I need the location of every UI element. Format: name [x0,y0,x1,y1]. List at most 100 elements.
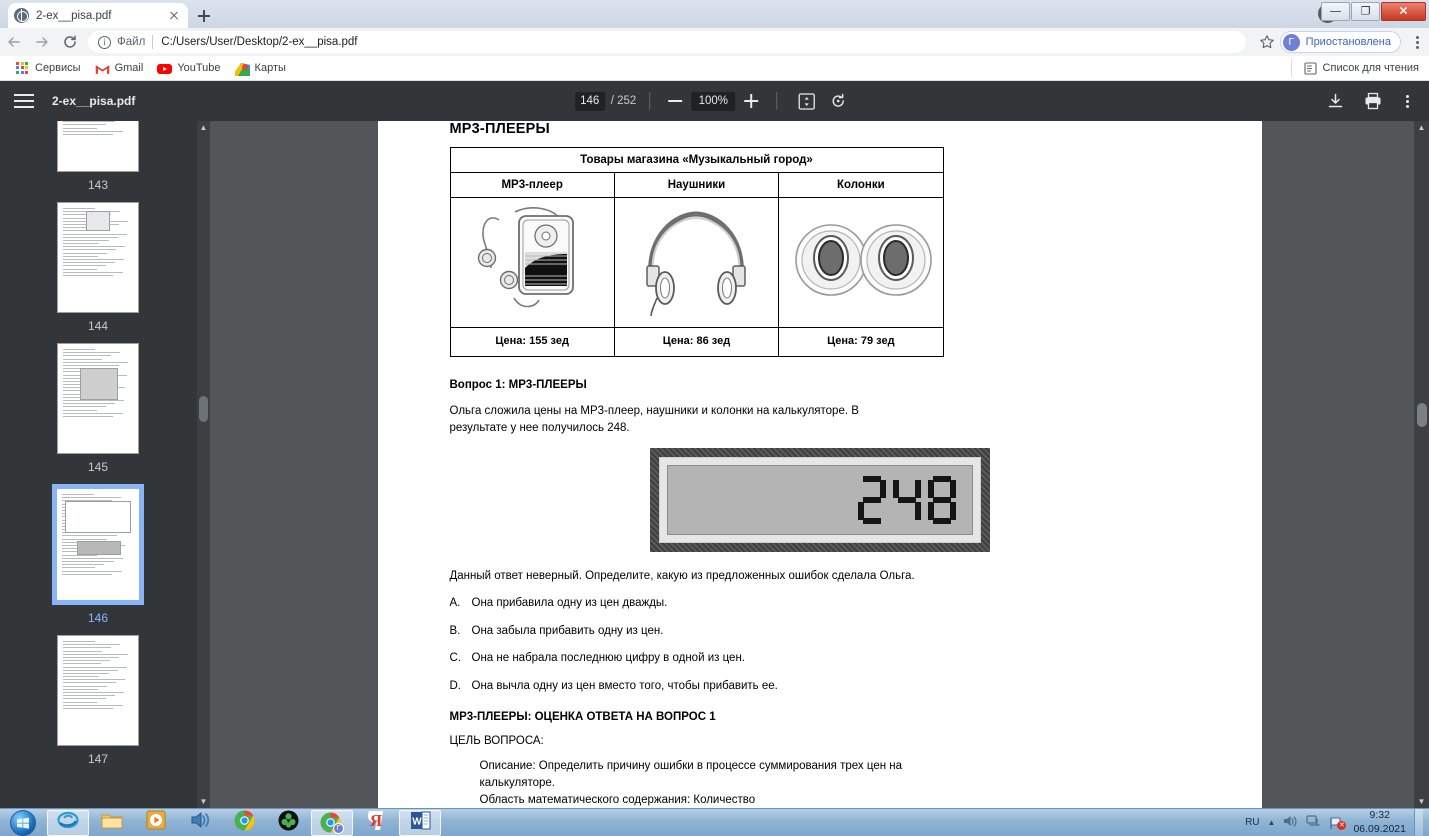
thumbnail-item[interactable]: 145 [0,343,196,474]
tray-language[interactable]: RU [1245,817,1259,828]
bookmark-star-icon[interactable] [1254,28,1280,56]
thumbnail-page-number: 146 [87,611,109,625]
taskbar-item-volume-app[interactable] [179,810,221,836]
scrollbar-thumb[interactable] [1417,403,1427,427]
reading-list-button[interactable]: Список для чтения [1290,59,1419,77]
zoom-out-button[interactable] [663,89,687,113]
scroll-up-arrow[interactable]: ▲ [197,121,210,134]
document-scrollbar[interactable]: ▲ ▼ [1414,121,1429,808]
taskbar-item-file-explorer[interactable] [91,810,133,836]
new-tab-button[interactable] [192,4,216,28]
browser-tab-strip: 2-ex__pisa.pdf — ❐ ✕ [0,0,1429,28]
profile-status-pill[interactable]: Г Приостановлена [1279,31,1401,53]
page-number-input[interactable] [574,91,605,111]
forward-arrow-icon[interactable] [28,28,56,56]
scroll-up-arrow[interactable]: ▲ [1414,121,1429,134]
tray-action-center-icon[interactable]: ✕ [1329,816,1347,830]
minimize-button[interactable]: — [1321,2,1350,21]
pdf-viewer: 143 144 145 146 147 ▲ ▼ MP3-ПЛЕЕРЫ Товары ма… [0,121,1429,808]
taskbar-item-word[interactable]: W [399,809,441,836]
browser-tab[interactable]: 2-ex__pisa.pdf [8,3,188,28]
table-caption: Товары магазина «Музыкальный город» [449,147,944,173]
divider [152,35,154,49]
bookmark-label: Gmail [114,62,144,74]
answer-option: D. Она вычла одну из цен вместо того, что… [450,678,1190,695]
fit-page-icon[interactable] [793,88,819,114]
tab-title: 2-ex__pisa.pdf [36,9,112,22]
thumbnail-pane: 143 144 145 146 147 ▲ ▼ [0,121,210,808]
back-arrow-icon[interactable] [0,28,28,56]
thumbnail-page-preview [57,635,139,746]
bookmark-label: Сервисы [35,62,81,74]
thumbnail-scrollbar[interactable]: ▲ ▼ [197,121,210,808]
taskbar-item-icq[interactable] [267,810,309,836]
close-button[interactable]: ✕ [1381,2,1426,21]
thumbnail-item[interactable]: 143 [0,121,196,192]
print-icon[interactable] [1360,88,1386,114]
tray-date: 06.09.2021 [1353,822,1406,835]
close-glyph: ✕ [1398,5,1409,17]
kebab-menu-icon[interactable] [1395,87,1419,115]
taskbar-item-media-player[interactable] [135,810,177,836]
column-header-mp3: MP3-плеер [449,172,615,198]
taskbar-item-yandex-browser[interactable]: Я [355,810,397,836]
bookmark-youtube[interactable]: YouTube [150,58,227,78]
scroll-down-arrow[interactable]: ▼ [197,795,210,808]
answer-option: C. Она не набрала последнюю цифру в одной… [450,650,1190,667]
bookmarks-bar: Сервисы Gmail YouTube Карты Список для ч… [0,56,1429,81]
thumbnail-page-preview [57,121,139,172]
scroll-down-arrow[interactable]: ▼ [1414,795,1429,808]
rotate-icon[interactable] [825,88,851,114]
speakers-illustration [778,197,944,328]
tray-expand-icon[interactable]: ▲ [1268,818,1276,827]
download-icon[interactable] [1322,88,1348,114]
address-bar[interactable]: Файл C:/Users/User/Desktop/2-ex__pisa.pd… [88,31,1246,53]
start-button[interactable] [0,809,46,836]
column-header-headphones: Наушники [613,172,780,198]
hamburger-icon[interactable] [14,93,36,109]
lcd-value [857,476,956,525]
tray-volume-icon[interactable] [1283,814,1298,831]
bookmark-maps[interactable]: Карты [228,58,293,78]
thumbnail-figure [86,211,110,231]
internet-explorer-icon [57,809,79,836]
thumbnail-item[interactable]: 147 [0,635,196,766]
thumbnail-item[interactable]: 144 [0,202,196,333]
page-total-label: / 252 [610,95,637,107]
word-icon: W [410,810,431,836]
price-mp3: Цена: 155 зед [449,327,615,357]
option-letter: B. [449,624,461,637]
tray-network-icon[interactable] [1306,814,1321,831]
divider [649,92,651,110]
thumbnail-page-preview [57,343,139,454]
option-letter: D. [449,680,462,693]
calculator-lcd [666,465,973,536]
reload-icon[interactable] [56,28,84,56]
chrome-profile-icon: Г [320,812,344,834]
taskbar-item-internet-explorer[interactable] [47,809,89,836]
tray-clock[interactable]: 9:32 06.09.2021 [1353,809,1406,835]
taskbar-item-chrome-profile[interactable]: Г [311,809,353,836]
lcd-digit [927,476,956,525]
headphones-illustration [613,197,780,328]
lcd-digit [857,476,886,525]
thumbnail-item[interactable]: 146 [0,484,196,625]
question-heading: Вопрос 1: MP3-ПЛЕЕРЫ [449,379,587,391]
show-desktop-button[interactable] [1414,808,1423,836]
close-icon[interactable] [166,8,182,24]
lcd-digit [892,476,921,524]
file-scheme-label: Файл [117,36,146,48]
zoom-level-label: 100% [691,91,736,111]
taskbar-item-chrome[interactable] [223,810,265,836]
maximize-button[interactable]: ❐ [1351,2,1380,21]
document-scroll-area[interactable]: MP3-ПЛЕЕРЫ Товары магазина «Музыкальный … [210,121,1429,808]
scrollbar-thumb[interactable] [199,396,208,422]
bookmark-gmail[interactable]: Gmail [88,58,151,78]
goal-label: ЦЕЛЬ ВОПРОСА: [449,734,544,747]
svg-text:Я: Я [370,811,382,830]
kebab-menu-icon[interactable] [1405,28,1429,56]
goal-lines: Описание: Определить причину ошибки в пр… [480,758,1190,808]
mp3-player-illustration [449,197,615,328]
bookmark-services[interactable]: Сервисы [8,58,88,78]
zoom-in-button[interactable] [739,89,763,113]
